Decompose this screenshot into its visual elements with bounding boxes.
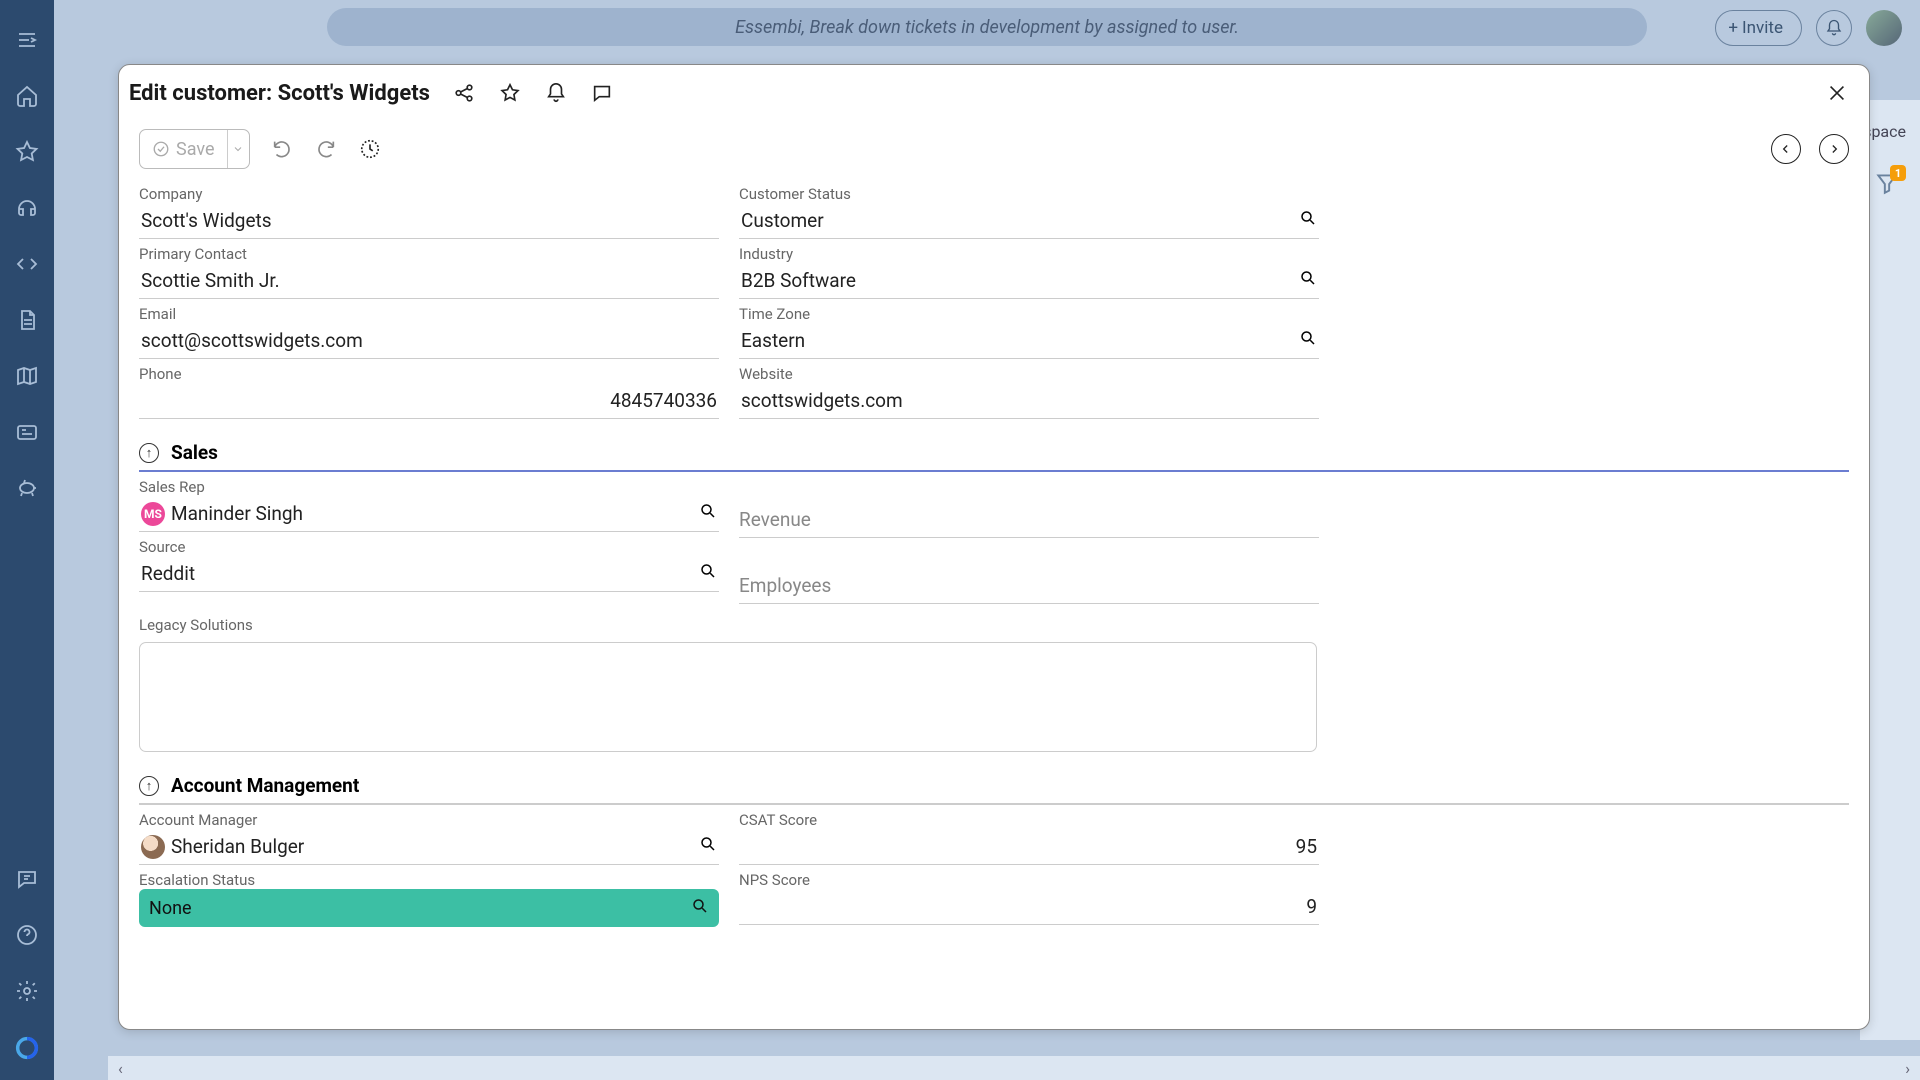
essembi-logo[interactable]: [13, 1034, 41, 1062]
expand-icon[interactable]: ↑: [139, 443, 159, 463]
csat-input[interactable]: [741, 835, 1317, 858]
invite-label: Invite: [1742, 18, 1783, 38]
card-icon[interactable]: [12, 417, 42, 447]
industry-select[interactable]: B2B Software: [739, 263, 1319, 299]
form-body[interactable]: Company Primary Contact Email Phone: [119, 177, 1869, 1029]
code-icon[interactable]: [12, 249, 42, 279]
primary-contact-input[interactable]: [141, 269, 717, 292]
modal-title: Edit customer: Scott's Widgets: [129, 81, 430, 106]
bell-icon[interactable]: [544, 81, 568, 105]
document-icon[interactable]: [12, 305, 42, 335]
sales-section-header[interactable]: ↑ Sales: [139, 441, 1849, 472]
edit-customer-modal: Edit customer: Scott's Widgets Save: [118, 64, 1870, 1030]
map-icon[interactable]: [12, 361, 42, 391]
global-search[interactable]: Essembi, Break down tickets in developme…: [327, 8, 1647, 46]
modal-header: Edit customer: Scott's Widgets: [119, 65, 1869, 121]
comment-icon[interactable]: [590, 81, 614, 105]
search-icon[interactable]: [691, 897, 709, 920]
home-icon[interactable]: [12, 81, 42, 111]
feedback-icon[interactable]: [12, 864, 42, 894]
email-input[interactable]: [141, 329, 717, 352]
legacy-solutions-textarea[interactable]: [139, 642, 1317, 752]
share-icon[interactable]: [452, 81, 476, 105]
piggy-icon[interactable]: [12, 473, 42, 503]
account-management-section-header[interactable]: ↑ Account Management: [139, 774, 1849, 805]
save-dropdown[interactable]: [227, 130, 249, 168]
expand-icon[interactable]: ↑: [139, 776, 159, 796]
history-icon[interactable]: [358, 137, 382, 161]
left-sidebar: [0, 0, 54, 1080]
company-field: Company: [139, 185, 719, 239]
redo-icon[interactable]: [314, 137, 338, 161]
source-select[interactable]: Reddit: [139, 556, 719, 592]
invite-button[interactable]: + Invite: [1715, 10, 1802, 46]
notifications-button[interactable]: [1816, 10, 1852, 46]
next-record-button[interactable]: [1819, 134, 1849, 164]
menu-toggle-icon[interactable]: [12, 25, 42, 55]
search-icon[interactable]: [1299, 209, 1317, 232]
scroll-left-icon[interactable]: ‹: [118, 1059, 123, 1078]
star-icon[interactable]: [12, 137, 42, 167]
nps-input[interactable]: [741, 895, 1317, 918]
phone-input[interactable]: [141, 389, 717, 412]
website-input[interactable]: [741, 389, 1317, 412]
favorite-star-icon[interactable]: [498, 81, 522, 105]
escalation-status-select[interactable]: None: [139, 889, 719, 927]
search-icon[interactable]: [699, 502, 717, 525]
save-label: Save: [176, 139, 215, 160]
timezone-select[interactable]: Eastern: [739, 323, 1319, 359]
plus-icon: +: [1728, 18, 1738, 38]
search-icon[interactable]: [1299, 329, 1317, 352]
modal-toolbar: Save: [119, 121, 1869, 177]
user-avatar[interactable]: [1866, 10, 1902, 46]
search-icon[interactable]: [699, 835, 717, 858]
employees-input[interactable]: Employees: [739, 568, 1319, 604]
settings-icon[interactable]: [12, 976, 42, 1006]
customer-status-select[interactable]: Customer: [739, 203, 1319, 239]
filter-badge: 1: [1890, 165, 1906, 181]
search-icon[interactable]: [1299, 269, 1317, 292]
prev-record-button[interactable]: [1771, 134, 1801, 164]
undo-icon[interactable]: [270, 137, 294, 161]
sales-rep-avatar: MS: [141, 502, 165, 526]
account-manager-select[interactable]: Sheridan Bulger: [139, 829, 719, 865]
sales-rep-select[interactable]: MS Maninder Singh: [139, 496, 719, 532]
close-icon[interactable]: [1825, 81, 1849, 105]
top-bar: Essembi, Break down tickets in developme…: [54, 0, 1920, 54]
revenue-input[interactable]: Revenue: [739, 502, 1319, 538]
save-button[interactable]: Save: [139, 129, 250, 169]
search-placeholder: Essembi, Break down tickets in developme…: [735, 17, 1239, 38]
horizontal-scrollbar[interactable]: ‹ ›: [108, 1056, 1920, 1080]
account-manager-avatar: [141, 835, 165, 859]
scroll-right-icon[interactable]: ›: [1905, 1059, 1910, 1078]
headset-icon[interactable]: [12, 193, 42, 223]
help-icon[interactable]: [12, 920, 42, 950]
search-icon[interactable]: [699, 562, 717, 585]
company-input[interactable]: [141, 209, 717, 232]
